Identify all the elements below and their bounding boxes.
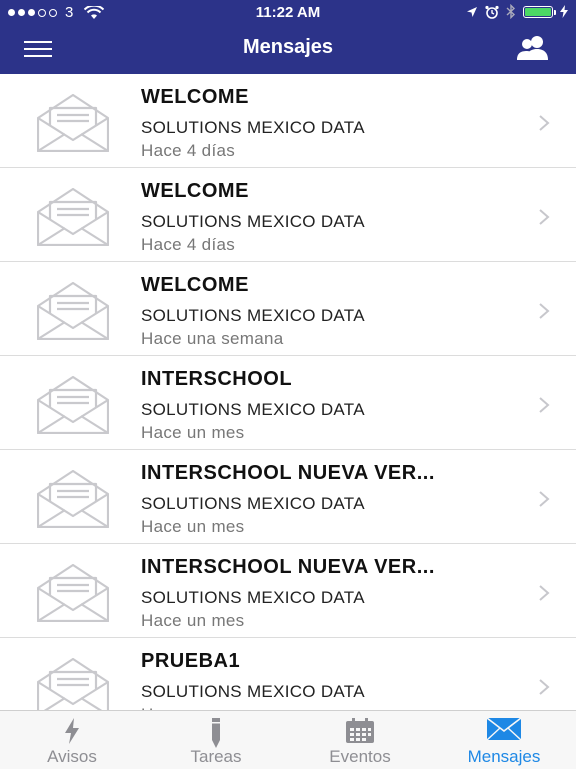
messages-list: WELCOME SOLUTIONS MEXICO DATA Hace 4 días W…: [0, 74, 576, 710]
contacts-button[interactable]: [512, 34, 554, 64]
tab-label: Avisos: [47, 747, 97, 766]
message-time: Hace un mes: [141, 423, 245, 442]
tab-avisos[interactable]: Avisos: [0, 711, 144, 769]
page-title: Mensajes: [242, 36, 334, 58]
message-sender: SOLUTIONS MEXICO DATA: [141, 494, 365, 513]
message-title: WELCOME: [141, 180, 249, 202]
alarm-icon: [485, 5, 499, 19]
tab-label: Eventos: [329, 747, 391, 766]
message-sender: SOLUTIONS MEXICO DATA: [141, 400, 365, 419]
chevron-right-icon: [539, 115, 550, 131]
message-title: INTERSCHOOL NUEVA VER...: [141, 462, 435, 484]
message-title: INTERSCHOOL: [141, 368, 293, 390]
tab-label: Tareas: [190, 747, 242, 766]
chevron-right-icon: [539, 491, 550, 507]
users-icon: [517, 36, 548, 60]
lightning-icon: [65, 718, 79, 744]
tab-label: Mensajes: [467, 747, 541, 766]
calendar-icon: [346, 718, 374, 743]
message-title: WELCOME: [141, 86, 249, 108]
message-time: Hace un mes: [141, 611, 245, 630]
nav-bar: Mensajes: [0, 26, 576, 74]
chevron-right-icon: [539, 303, 550, 319]
chevron-right-icon: [539, 585, 550, 601]
message-title: INTERSCHOOL NUEVA VER...: [141, 556, 435, 578]
message-sender: SOLUTIONS MEXICO DATA: [141, 682, 365, 701]
envelope-icon: [487, 718, 521, 740]
envelope-open-icon: [36, 375, 110, 435]
chevron-right-icon: [539, 679, 550, 695]
status-bar: 3 11:22 AM: [0, 0, 576, 26]
tab-mensajes[interactable]: Mensajes: [432, 711, 576, 769]
status-icons: [466, 4, 568, 19]
message-row[interactable]: INTERSCHOOL SOLUTIONS MEXICO DATA Hace un …: [0, 356, 576, 450]
envelope-open-icon: [36, 563, 110, 623]
location-icon: [467, 6, 477, 17]
message-row[interactable]: WELCOME SOLUTIONS MEXICO DATA Hace una sem…: [0, 262, 576, 356]
envelope-open-icon: [36, 281, 110, 341]
top-bar: 3 11:22 AM Mensajes: [0, 0, 576, 74]
charging-icon: [560, 5, 568, 18]
message-row[interactable]: WELCOME SOLUTIONS MEXICO DATA Hace 4 días: [0, 74, 576, 168]
message-time: Hace una semana: [141, 329, 284, 348]
envelope-open-icon: [36, 93, 110, 153]
tab-eventos[interactable]: Eventos: [288, 711, 432, 769]
pencil-icon: [212, 718, 220, 748]
message-sender: SOLUTIONS MEXICO DATA: [141, 306, 365, 325]
message-time: Hace un mes: [141, 517, 245, 536]
message-title: PRUEBA1: [141, 650, 241, 672]
envelope-open-icon: [36, 187, 110, 247]
message-row[interactable]: INTERSCHOOL NUEVA VER... SOLUTIONS MEXICO…: [0, 450, 576, 544]
message-sender: SOLUTIONS MEXICO DATA: [141, 118, 365, 137]
message-time: Hace 4 días: [141, 141, 236, 160]
chevron-right-icon: [539, 397, 550, 413]
message-sender: SOLUTIONS MEXICO DATA: [141, 212, 365, 231]
message-title: WELCOME: [141, 274, 249, 296]
tab-bar: Avisos Tareas Eventos Mensajes: [0, 710, 576, 769]
message-sender: SOLUTIONS MEXICO DATA: [141, 588, 365, 607]
chevron-right-icon: [539, 209, 550, 225]
message-time: Hace 4 días: [141, 235, 236, 254]
message-row[interactable]: WELCOME SOLUTIONS MEXICO DATA Hace 4 días: [0, 168, 576, 262]
message-row[interactable]: INTERSCHOOL NUEVA VER... SOLUTIONS MEXICO…: [0, 544, 576, 638]
tab-tareas[interactable]: Tareas: [144, 711, 288, 769]
battery-icon: [523, 5, 556, 18]
message-row[interactable]: PRUEBA1SOLUTIONS MEXICO DATAHa...: [0, 638, 576, 710]
bluetooth-icon: [506, 4, 516, 19]
envelope-open-icon: [36, 469, 110, 529]
envelope-open-icon: [36, 657, 110, 710]
